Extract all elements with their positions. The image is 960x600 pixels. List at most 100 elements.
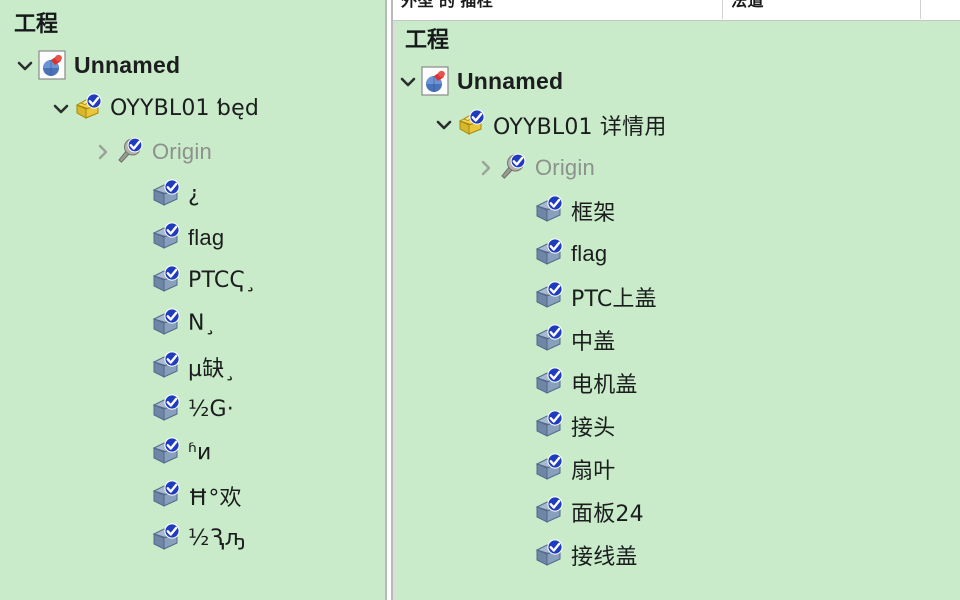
document-icon [419, 65, 453, 99]
tree-node[interactable]: 扇叶 [393, 447, 960, 490]
tree-node[interactable]: ½G· [0, 388, 385, 431]
chevron-right-icon[interactable] [475, 157, 497, 179]
tree-node[interactable]: ¿ [0, 173, 385, 216]
tree-node[interactable]: 电机盖 [393, 361, 960, 404]
tree-node[interactable]: OYYBL01 详情用 [393, 103, 960, 146]
toolbar-cell-end[interactable] [921, 0, 960, 19]
tree-node-label: OYYBL01 详情用 [493, 114, 667, 140]
part-icon [533, 452, 567, 486]
tree-node[interactable]: flag [393, 232, 960, 275]
tree-node[interactable]: ʱͷ [0, 431, 385, 474]
tree-node-label: flag [571, 240, 608, 266]
part-icon [533, 237, 567, 271]
tree-node-label: 框架 [571, 200, 616, 226]
tree-node[interactable]: flag [0, 216, 385, 259]
part-icon [150, 436, 184, 470]
part-icon [533, 366, 567, 400]
origin-icon [114, 135, 148, 169]
tree-node-label: ¿ [188, 182, 200, 207]
clipped-toolbar-strip: 外型 的 插栓 法道 [393, 0, 960, 21]
origin-icon [497, 151, 531, 185]
part-icon [533, 194, 567, 228]
part-icon [150, 393, 184, 427]
tree-node-label: Origin [535, 154, 595, 180]
tree-node-label: ʱͷ [188, 440, 212, 465]
panel-title-right: 工程 [405, 27, 450, 52]
tree-node[interactable]: ½Ԇԡ [0, 517, 385, 560]
tree-node-label: Unnamed [457, 68, 564, 94]
toolbar-cell-properties[interactable]: 外型 的 插栓 [393, 0, 723, 19]
chevron-right-icon[interactable] [92, 141, 114, 163]
tree-node[interactable]: Unnamed [0, 44, 385, 87]
tree-node-label: 接头 [571, 415, 616, 441]
part-icon [533, 409, 567, 443]
tree-node-label: flag [188, 224, 225, 250]
screenshot-root: 工程 Unnamed OYYBL01 ƅęd Origin ¿ flag PTCҀ¸ Ν¸ µ… [0, 0, 960, 600]
tree-node-label: 中盖 [571, 329, 616, 355]
chevron-down-icon[interactable] [433, 114, 455, 136]
feature-tree-panel-left[interactable]: 工程 Unnamed OYYBL01 ƅęd Origin ¿ flag PTCҀ¸ Ν¸ µ… [0, 0, 387, 600]
feature-tree-left[interactable]: Unnamed OYYBL01 ƅęd Origin ¿ flag PTCҀ¸ Ν¸ µ缺¸ ½… [0, 44, 385, 560]
tree-node-label: Unnamed [74, 52, 181, 78]
tree-node[interactable]: 接头 [393, 404, 960, 447]
tree-node[interactable]: 中盖 [393, 318, 960, 361]
toolbar-cell-properties-label: 外型 的 插栓 [401, 0, 494, 10]
toolbar-cell-option-label: 法道 [731, 0, 765, 10]
chevron-down-icon[interactable] [14, 55, 36, 77]
tree-node[interactable]: 接线盖 [393, 533, 960, 576]
tree-node-label: ½Ԇԡ [188, 526, 245, 551]
toolbar-cell-option[interactable]: 法道 [723, 0, 921, 19]
tree-node[interactable]: Origin [393, 146, 960, 189]
tree-node[interactable]: PTCҀ¸ [0, 259, 385, 302]
tree-node-label: 扇叶 [571, 458, 616, 484]
tree-node[interactable]: µ缺¸ [0, 345, 385, 388]
part-icon [150, 221, 184, 255]
part-icon [150, 522, 184, 556]
part-icon [533, 495, 567, 529]
tree-node[interactable]: 框架 [393, 189, 960, 232]
part-icon [150, 307, 184, 341]
tree-node[interactable]: OYYBL01 ƅęd [0, 87, 385, 130]
feature-tree-right[interactable]: Unnamed OYYBL01 详情用 Origin 框架 flag PTC上盖中盖电机盖… [393, 60, 960, 576]
tree-node-label: 接线盖 [571, 544, 638, 570]
tree-node[interactable]: Ν¸ [0, 302, 385, 345]
tree-node-label: PTCҀ¸ [188, 268, 257, 293]
tree-node-label: PTC上盖 [571, 286, 657, 312]
part-icon [150, 350, 184, 384]
part-icon [533, 538, 567, 572]
tree-node-label: ½G· [188, 397, 234, 422]
assembly-icon [72, 92, 106, 126]
tree-node-label: 电机盖 [571, 372, 638, 398]
tree-node-label: Origin [152, 138, 212, 164]
chevron-down-icon[interactable] [397, 71, 419, 93]
tree-node-label: Ν¸ [188, 311, 216, 336]
tree-node[interactable]: Origin [0, 130, 385, 173]
feature-tree-panel-right[interactable]: 工程 Unnamed OYYBL01 详情用 Origin 框架 flag PTC上盖中盖… [391, 0, 960, 600]
tree-node-label: 面板24 [571, 501, 644, 527]
tree-node-label: µ缺¸ [188, 356, 236, 382]
tree-node[interactable]: Unnamed [393, 60, 960, 103]
tree-node[interactable]: Ħ°欢 [0, 474, 385, 517]
tree-node[interactable]: PTC上盖 [393, 275, 960, 318]
part-icon [150, 479, 184, 513]
panel-title-left: 工程 [14, 11, 59, 36]
part-icon [150, 178, 184, 212]
chevron-down-icon[interactable] [50, 98, 72, 120]
tree-node[interactable]: 面板24 [393, 490, 960, 533]
part-icon [533, 323, 567, 357]
